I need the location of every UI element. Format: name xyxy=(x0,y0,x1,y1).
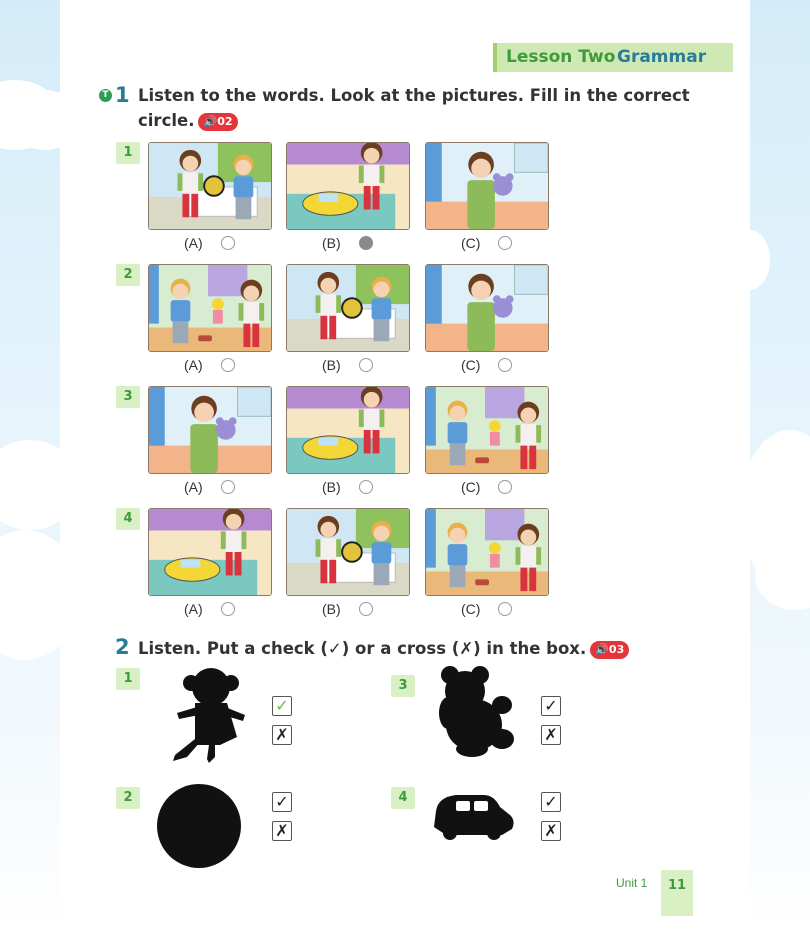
answer-option-label: (A) xyxy=(184,601,203,617)
item-number: 2 xyxy=(116,787,140,809)
answer-option-label: (B) xyxy=(322,479,341,495)
picture-doll-scene xyxy=(425,386,549,474)
section1-instruction-line1: Listen to the words. Look at the picture… xyxy=(138,86,690,105)
workbook-page: Lesson Two Grammar T 1 Listen to the wor… xyxy=(60,0,750,933)
answer-option[interactable]: (A) xyxy=(148,479,272,497)
check-box[interactable]: ✓ xyxy=(541,696,561,716)
answer-bubble[interactable] xyxy=(498,480,512,494)
answer-bubble[interactable] xyxy=(359,236,373,250)
answer-option[interactable]: (B) xyxy=(286,235,410,253)
section1-instruction-line2: circle. xyxy=(138,111,195,130)
section1-instruction: Listen to the words. Look at the picture… xyxy=(138,83,698,133)
answer-bubble[interactable] xyxy=(498,358,512,372)
cross-box[interactable]: ✗ xyxy=(541,821,561,841)
lesson-label: Lesson Two xyxy=(506,47,616,67)
answer-bubble[interactable] xyxy=(359,480,373,494)
check-box[interactable]: ✓ xyxy=(272,792,292,812)
cross-box[interactable]: ✗ xyxy=(272,821,292,841)
check-box[interactable]: ✓ xyxy=(541,792,561,812)
section1-number: 1 xyxy=(115,83,130,107)
section2-number: 2 xyxy=(115,635,130,659)
doll-silhouette xyxy=(173,668,245,763)
answer-option[interactable]: (A) xyxy=(148,357,272,375)
item-number: 3 xyxy=(391,675,415,697)
teddy-bear-silhouette xyxy=(439,666,514,757)
picture-bear-scene xyxy=(148,386,272,474)
audio-track-button[interactable]: 🔊03 xyxy=(590,640,630,659)
answer-option[interactable]: (C) xyxy=(425,235,549,253)
answer-option[interactable]: (A) xyxy=(148,235,272,253)
cross-box[interactable]: ✗ xyxy=(541,725,561,745)
section1-instruction-line2-wrap: circle. 🔊02 xyxy=(138,108,698,133)
answer-bubble[interactable] xyxy=(221,358,235,372)
answer-option-label: (A) xyxy=(184,357,203,373)
ball-silhouette xyxy=(157,784,241,868)
answer-option[interactable]: (A) xyxy=(148,601,272,619)
answer-option-label: (C) xyxy=(461,479,481,495)
question-number: 1 xyxy=(116,142,140,164)
answer-bubble[interactable] xyxy=(359,358,373,372)
section2-instruction-text: Listen. Put a check (✓) or a cross (✗) i… xyxy=(138,639,587,658)
lesson-topic: Grammar xyxy=(617,47,707,67)
question-number: 3 xyxy=(116,386,140,408)
teacher-badge-icon: T xyxy=(99,89,112,102)
answer-option[interactable]: (C) xyxy=(425,479,549,497)
picture-bear-scene xyxy=(425,264,549,352)
picture-car-scene xyxy=(148,508,272,596)
answer-option-label: (C) xyxy=(461,601,481,617)
answer-bubble[interactable] xyxy=(498,602,512,616)
answer-bubble[interactable] xyxy=(221,480,235,494)
picture-doll-scene xyxy=(425,508,549,596)
answer-bubble[interactable] xyxy=(498,236,512,250)
picture-ball-scene xyxy=(286,264,410,352)
answer-option-label: (A) xyxy=(184,235,203,251)
answer-option-label: (B) xyxy=(322,357,341,373)
picture-car-scene xyxy=(286,142,410,230)
answer-option-label: (B) xyxy=(322,601,341,617)
footer-unit: Unit 1 xyxy=(616,876,648,890)
car-silhouette xyxy=(434,795,514,840)
question-number: 2 xyxy=(116,264,140,286)
audio-track-number: 02 xyxy=(217,114,233,128)
answer-option[interactable]: (B) xyxy=(286,357,410,375)
section2-instruction: Listen. Put a check (✓) or a cross (✗) i… xyxy=(138,636,698,661)
answer-option[interactable]: (B) xyxy=(286,601,410,619)
audio-track-button[interactable]: 🔊02 xyxy=(198,112,238,131)
answer-option-label: (C) xyxy=(461,357,481,373)
picture-doll-scene xyxy=(148,264,272,352)
cross-box[interactable]: ✗ xyxy=(272,725,292,745)
answer-option[interactable]: (C) xyxy=(425,357,549,375)
answer-option-label: (B) xyxy=(322,235,341,251)
answer-bubble[interactable] xyxy=(221,236,235,250)
page-number: 11 xyxy=(661,870,693,916)
item-number: 4 xyxy=(391,787,415,809)
question-number: 4 xyxy=(116,508,140,530)
picture-ball-scene xyxy=(148,142,272,230)
picture-car-scene xyxy=(286,386,410,474)
answer-bubble[interactable] xyxy=(221,602,235,616)
answer-option-label: (A) xyxy=(184,479,203,495)
answer-option-label: (C) xyxy=(461,235,481,251)
picture-ball-scene xyxy=(286,508,410,596)
lesson-header: Lesson Two Grammar xyxy=(493,43,733,72)
check-box[interactable]: ✓ xyxy=(272,696,292,716)
answer-option[interactable]: (C) xyxy=(425,601,549,619)
answer-option[interactable]: (B) xyxy=(286,479,410,497)
picture-bear-scene xyxy=(425,142,549,230)
answer-bubble[interactable] xyxy=(359,602,373,616)
item-number: 1 xyxy=(116,668,140,690)
audio-track-number: 03 xyxy=(608,642,625,656)
